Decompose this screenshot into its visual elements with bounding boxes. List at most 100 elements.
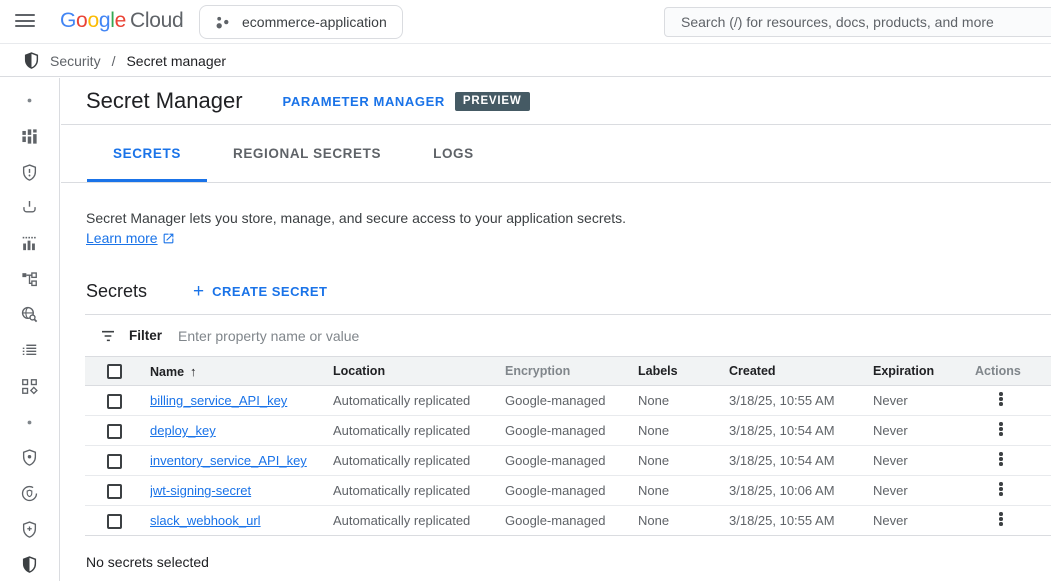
labels-cell: None [638, 453, 729, 468]
menu-icon[interactable] [15, 14, 35, 30]
created-cell: 3/18/25, 10:06 AM [729, 483, 873, 498]
learn-more-link[interactable]: Learn more [86, 228, 175, 248]
location-cell: Automatically replicated [333, 423, 505, 438]
location-cell: Automatically replicated [333, 453, 505, 468]
top-app-bar: GoogleCloud ecommerce-application [0, 0, 1051, 44]
parameter-manager-link[interactable]: PARAMETER MANAGER [283, 94, 445, 109]
logo-cloud-text: Cloud [130, 9, 183, 32]
labels-cell: None [638, 423, 729, 438]
shield-check-icon[interactable] [0, 440, 59, 476]
tab-logs[interactable]: LOGS [407, 125, 500, 182]
row-actions-menu-icon[interactable] [993, 478, 1009, 500]
project-selector-button[interactable]: ecommerce-application [199, 5, 403, 39]
column-header-created[interactable]: Created [729, 364, 873, 378]
column-header-actions: Actions [975, 364, 1051, 378]
encryption-cell: Google-managed [505, 453, 638, 468]
google-cloud-logo: GoogleCloud [60, 9, 183, 33]
row-actions-menu-icon[interactable] [993, 388, 1009, 410]
logo-google-letters: Google [60, 9, 126, 32]
secret-name-link[interactable]: billing_service_API_key [150, 393, 287, 408]
compliance-icon[interactable] [0, 476, 59, 512]
breadcrumb-section[interactable]: Security [50, 53, 101, 69]
secret-name-link[interactable]: inventory_service_API_key [150, 453, 307, 468]
list-icon[interactable] [0, 333, 59, 369]
column-header-location[interactable]: Location [333, 364, 505, 378]
encryption-cell: Google-managed [505, 423, 638, 438]
row-checkbox[interactable] [107, 514, 122, 529]
security-icon[interactable] [0, 547, 59, 583]
column-header-name[interactable]: Name↑ [150, 364, 333, 379]
project-name: ecommerce-application [242, 14, 387, 30]
filter-icon [99, 327, 117, 345]
expiration-cell: Never [873, 393, 975, 408]
plus-icon: + [193, 284, 204, 300]
table-body: billing_service_API_key Automatically re… [85, 386, 1051, 536]
secrets-heading: Secrets [86, 281, 147, 302]
global-search-box [664, 7, 1051, 37]
select-all-checkbox[interactable] [107, 364, 122, 379]
row-checkbox[interactable] [107, 394, 122, 409]
description-text: Secret Manager lets you store, manage, a… [86, 208, 1051, 228]
preview-badge: PREVIEW [455, 92, 530, 111]
findings-chart-icon[interactable] [0, 226, 59, 262]
expiration-cell: Never [873, 483, 975, 498]
table-row: inventory_service_API_key Automatically … [85, 446, 1051, 476]
secrets-table: Filter Name↑ Location Encryption Labels … [85, 314, 1051, 536]
filter-bar: Filter [85, 314, 1051, 356]
location-cell: Automatically replicated [333, 513, 505, 528]
location-cell: Automatically replicated [333, 483, 505, 498]
breadcrumb-separator: / [112, 53, 116, 69]
table-row: jwt-signing-secret Automatically replica… [85, 476, 1051, 506]
selection-status: No secrets selected [61, 554, 1051, 570]
location-cell: Automatically replicated [333, 393, 505, 408]
project-icon [214, 14, 231, 31]
created-cell: 3/18/25, 10:54 AM [729, 453, 873, 468]
filter-label: Filter [129, 328, 162, 343]
search-input[interactable] [665, 8, 1051, 36]
labels-cell: None [638, 483, 729, 498]
expiration-cell: Never [873, 423, 975, 438]
create-secret-button[interactable]: + CREATE SECRET [193, 284, 327, 300]
main-content: Secret Manager PARAMETER MANAGER PREVIEW… [61, 78, 1051, 581]
column-header-encryption[interactable]: Encryption [505, 364, 638, 378]
dot-indicator [0, 83, 59, 119]
web-security-scanner-icon[interactable] [0, 297, 59, 333]
row-actions-menu-icon[interactable] [993, 448, 1009, 470]
row-actions-menu-icon[interactable] [993, 508, 1009, 530]
shield-alert-icon[interactable] [0, 154, 59, 190]
labels-cell: None [638, 393, 729, 408]
asset-inventory-icon[interactable] [0, 119, 59, 155]
tab-regional-secrets[interactable]: REGIONAL SECRETS [207, 125, 407, 182]
secret-name-link[interactable]: slack_webhook_url [150, 513, 261, 528]
filter-input[interactable] [178, 328, 578, 344]
sort-ascending-icon: ↑ [190, 364, 197, 379]
tab-secrets[interactable]: SECRETS [87, 125, 207, 182]
org-hierarchy-icon[interactable] [0, 261, 59, 297]
created-cell: 3/18/25, 10:54 AM [729, 423, 873, 438]
breadcrumb: Security / Secret manager [0, 45, 1051, 77]
row-checkbox[interactable] [107, 424, 122, 439]
secret-name-link[interactable]: deploy_key [150, 423, 216, 438]
row-checkbox[interactable] [107, 484, 122, 499]
encryption-cell: Google-managed [505, 393, 638, 408]
secret-name-link[interactable]: jwt-signing-secret [150, 483, 251, 498]
table-header-row: Name↑ Location Encryption Labels Created… [85, 356, 1051, 386]
create-secret-label: CREATE SECRET [212, 284, 327, 299]
page-header: Secret Manager PARAMETER MANAGER PREVIEW [61, 78, 1051, 125]
security-shield-icon [22, 51, 41, 70]
learn-more-label: Learn more [86, 228, 158, 248]
created-cell: 3/18/25, 10:55 AM [729, 393, 873, 408]
tab-bar: SECRETS REGIONAL SECRETS LOGS [61, 125, 1051, 183]
row-checkbox[interactable] [107, 454, 122, 469]
table-row: deploy_key Automatically replicated Goog… [85, 416, 1051, 446]
shield-plus-icon[interactable] [0, 511, 59, 547]
data-sink-icon[interactable] [0, 190, 59, 226]
column-header-labels[interactable]: Labels [638, 364, 729, 378]
table-row: billing_service_API_key Automatically re… [85, 386, 1051, 416]
secrets-section-header: Secrets + CREATE SECRET [61, 281, 1051, 302]
row-actions-menu-icon[interactable] [993, 418, 1009, 440]
labels-cell: None [638, 513, 729, 528]
column-header-expiration[interactable]: Expiration [873, 364, 975, 378]
page-title: Secret Manager [86, 88, 243, 114]
app-hub-icon[interactable] [0, 369, 59, 405]
